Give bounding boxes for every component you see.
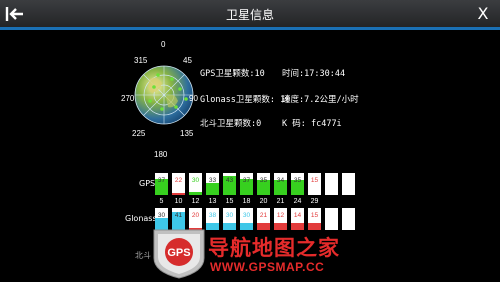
direction-label-0: 0 (161, 40, 166, 49)
gps-satellite-bar: 30 (189, 173, 202, 195)
gps-satellite-bar: 33 (206, 173, 219, 195)
gps-satellite-bar: 37 (240, 173, 253, 195)
glonass-snr-value: 30 (242, 212, 251, 219)
glonass-snr-value: 20 (191, 212, 200, 219)
gps-prn-label: 21 (276, 198, 285, 205)
glonass-snr-value: 30 (225, 212, 234, 219)
glonass-satellite-bar: 20 (189, 208, 202, 230)
beidou-satellite-count: 北斗卫星颗数:0 (200, 119, 262, 129)
gps-satellite-bar: 34 (274, 173, 287, 195)
gps-satellite-count: GPS卫星颗数:10 (200, 69, 265, 79)
gps-satellite-bar: 22 (172, 173, 185, 195)
gps-row-label: GPS (139, 179, 156, 188)
gps-satellite-bar (325, 173, 338, 195)
gps-shield-icon: GPS (153, 229, 205, 279)
gps-satellite-bar: 37 (155, 173, 168, 195)
gps-snr-value: 33 (208, 177, 217, 184)
watermark-text: 导航地图之家 (208, 236, 340, 260)
direction-label-180: 180 (154, 150, 168, 159)
direction-label-45: 45 (183, 56, 192, 65)
glonass-satellite-bar: 30 (155, 208, 168, 230)
direction-label-135: 135 (180, 129, 194, 138)
glonass-satellite-bar: 21 (257, 208, 270, 230)
direction-label-270: 270 (121, 94, 135, 103)
gps-satellite-bar: 35 (291, 173, 304, 195)
gps-prn-label: 13 (208, 198, 217, 205)
gps-prn-label: 10 (174, 198, 183, 205)
direction-label-315: 315 (134, 56, 148, 65)
glonass-snr-value: 41 (174, 212, 183, 219)
gps-prn-label: 20 (259, 198, 268, 205)
watermark-logo: GPS 导航地图之家 WWW.GPSMAP.CC (150, 228, 372, 280)
glonass-satellite-bar: 14 (291, 208, 304, 230)
glonass-row-label: Glonass (125, 214, 157, 223)
glonass-satellite-bar: 30 (240, 208, 253, 230)
speed-readout: 速度:7.2公里/小时 (282, 95, 359, 105)
gps-satellite-bar: 35 (257, 173, 270, 195)
gps-signal-fill (206, 182, 219, 195)
gps-snr-value: 43 (225, 177, 234, 184)
glonass-satellite-bar: 30 (223, 208, 236, 230)
gps-prn-label: 12 (191, 198, 200, 205)
k-code-readout: K 码: fc477i (282, 119, 342, 129)
gps-satellite-bar (342, 173, 355, 195)
sky-plot: 0 45 90 135 180 225 270 315 (121, 39, 202, 164)
page-title: 卫星信息 (225, 8, 274, 22)
gps-snr-value: 35 (293, 177, 302, 184)
gps-snr-value: 37 (242, 177, 251, 184)
gps-snr-value: 34 (276, 177, 285, 184)
gps-prn-label: 24 (293, 198, 302, 205)
gps-signal-fill (189, 191, 202, 195)
gps-prn-label: 18 (242, 198, 251, 205)
glonass-snr-value: 21 (259, 212, 268, 219)
gps-snr-value: 35 (259, 177, 268, 184)
glonass-satellite-count: Glonass卫星颗数: 10 (200, 95, 291, 105)
gps-prn-label: 5 (159, 198, 164, 205)
gps-satellite-bar: 15 (308, 173, 321, 195)
glonass-snr-value: 12 (276, 212, 285, 219)
direction-label-90: 90 (189, 94, 198, 103)
beidou-row-label: 北斗 (135, 251, 151, 260)
gps-snr-value: 15 (310, 177, 319, 184)
glonass-satellite-bar: 12 (274, 208, 287, 230)
glonass-satellite-bar: 38 (206, 208, 219, 230)
gps-snr-value: 22 (174, 177, 183, 184)
gps-signal-fill (172, 192, 185, 195)
time-readout: 时间:17:30:44 (282, 69, 346, 79)
glonass-satellite-bar (325, 208, 338, 230)
glonass-snr-value: 30 (157, 212, 166, 219)
direction-label-225: 225 (132, 129, 146, 138)
gps-snr-value: 37 (157, 177, 166, 184)
gps-satellite-bar: 43 (223, 173, 236, 195)
glonass-snr-value: 38 (208, 212, 217, 219)
title-bar: 卫星信息 X (0, 0, 500, 30)
glonass-satellite-bar (342, 208, 355, 230)
glonass-satellite-bar: 41 (172, 208, 185, 230)
watermark-logo-text: GPS (167, 247, 190, 259)
glonass-satellite-bar: 15 (308, 208, 321, 230)
glonass-snr-value: 15 (310, 212, 319, 219)
gps-snr-value: 30 (191, 177, 200, 184)
glonass-snr-value: 14 (293, 212, 302, 219)
gps-prn-label: 15 (225, 198, 234, 205)
watermark-url: WWW.GPSMAP.CC (210, 260, 325, 274)
close-button[interactable]: X (474, 4, 492, 24)
gps-prn-label: 29 (310, 198, 319, 205)
